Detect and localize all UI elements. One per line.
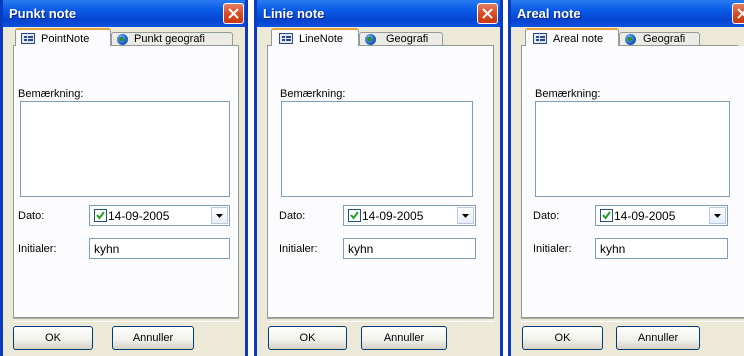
- initials-value: kyhn: [94, 242, 120, 256]
- remark-label: Bemærkning:: [18, 88, 84, 100]
- checkmark-icon: [96, 211, 105, 220]
- chevron-down-icon: [462, 214, 469, 218]
- ok-button[interactable]: OK: [268, 326, 347, 350]
- checkmark-icon: [350, 211, 359, 220]
- tab-label: PointNote: [41, 33, 90, 45]
- form-icon: [21, 33, 35, 44]
- date-dropdown-button[interactable]: [457, 207, 474, 224]
- date-checkbox[interactable]: [600, 209, 613, 222]
- tab-areal-note[interactable]: Areal note: [525, 28, 619, 46]
- close-button[interactable]: [223, 3, 244, 24]
- remark-textarea[interactable]: [281, 101, 473, 197]
- initials-label: Initialer:: [18, 243, 57, 255]
- date-picker[interactable]: 14-09-2005: [89, 205, 230, 226]
- cancel-button[interactable]: Annuller: [112, 326, 194, 350]
- date-checkbox[interactable]: [348, 209, 361, 222]
- date-value: 14-09-2005: [614, 209, 676, 223]
- initials-value: kyhn: [348, 242, 374, 256]
- date-dropdown-button[interactable]: [709, 207, 726, 224]
- form-icon: [279, 33, 293, 44]
- cancel-button[interactable]: Annuller: [361, 326, 447, 350]
- cancel-button[interactable]: Annuller: [616, 326, 700, 350]
- window-title: Punkt note: [9, 6, 77, 21]
- initials-label: Initialer:: [279, 243, 318, 255]
- close-button[interactable]: [477, 3, 498, 24]
- date-label: Dato:: [279, 210, 306, 222]
- globe-icon: [625, 34, 636, 45]
- checkmark-icon: [602, 211, 611, 220]
- globe-icon: [117, 34, 128, 45]
- form-icon: [533, 33, 547, 44]
- chevron-down-icon: [216, 214, 223, 218]
- initials-input[interactable]: kyhn: [595, 238, 728, 259]
- tab-label: Areal note: [553, 33, 604, 45]
- remark-label: Bemærkning:: [280, 88, 346, 100]
- date-label: Dato:: [533, 210, 560, 222]
- date-label: Dato:: [18, 210, 45, 222]
- tab-pointnote[interactable]: PointNote: [15, 28, 111, 46]
- remark-textarea[interactable]: [20, 101, 230, 197]
- initials-value: kyhn: [600, 242, 626, 256]
- close-icon: [737, 8, 744, 19]
- separator: [521, 318, 744, 322]
- ok-button[interactable]: OK: [13, 326, 93, 350]
- date-dropdown-button[interactable]: [211, 207, 228, 224]
- initials-input[interactable]: kyhn: [89, 238, 230, 259]
- initials-input[interactable]: kyhn: [343, 238, 476, 259]
- tab-geografi[interactable]: Geografi: [619, 32, 700, 46]
- date-value: 14-09-2005: [108, 209, 170, 223]
- title-bar[interactable]: Punkt note: [3, 0, 245, 27]
- initials-label: Initialer:: [533, 243, 572, 255]
- separator: [267, 318, 494, 322]
- remark-label: Bemærkning:: [535, 88, 601, 100]
- date-picker[interactable]: 14-09-2005: [343, 205, 476, 226]
- date-picker[interactable]: 14-09-2005: [595, 205, 728, 226]
- tab-label: Punkt geografi: [134, 33, 205, 45]
- window-title: Linie note: [263, 6, 325, 21]
- globe-icon: [365, 34, 376, 45]
- date-value: 14-09-2005: [362, 209, 424, 223]
- tab-linenote[interactable]: LineNote: [271, 28, 359, 46]
- remark-textarea[interactable]: [535, 101, 730, 197]
- tab-label: Geografi: [643, 33, 686, 45]
- tab-punkt-geografi[interactable]: Punkt geografi: [111, 32, 233, 46]
- date-checkbox[interactable]: [94, 209, 107, 222]
- areal-note-window: Areal note Areal note Geografi Bemærknin…: [508, 0, 744, 356]
- close-icon: [228, 8, 239, 19]
- tab-label: LineNote: [299, 33, 344, 45]
- tab-geografi[interactable]: Geografi: [359, 32, 443, 46]
- title-bar[interactable]: Areal note: [511, 0, 744, 27]
- tab-label: Geografi: [386, 33, 429, 45]
- ok-button[interactable]: OK: [522, 326, 603, 350]
- punkt-note-window: Punkt note PointNote Punkt geografi Bemæ…: [0, 0, 248, 356]
- separator: [13, 318, 239, 322]
- linie-note-window: Linie note LineNote Geografi Bemærkning:…: [254, 0, 503, 356]
- chevron-down-icon: [714, 214, 721, 218]
- close-button[interactable]: [732, 3, 744, 24]
- window-title: Areal note: [517, 6, 581, 21]
- close-icon: [482, 8, 493, 19]
- title-bar[interactable]: Linie note: [257, 0, 500, 27]
